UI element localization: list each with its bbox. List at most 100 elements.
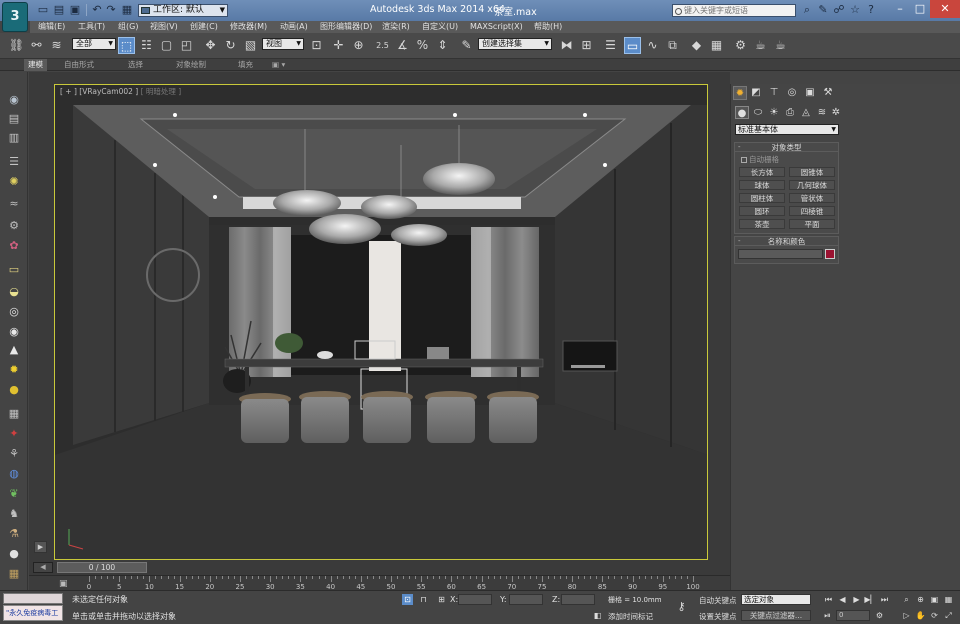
container-icon[interactable]: ◉ [6, 92, 22, 107]
menu-create[interactable]: 创建(C) [190, 21, 218, 33]
tab-display-icon[interactable]: ▣ [803, 86, 817, 100]
list-icon[interactable]: ☰ [6, 154, 22, 169]
binoculars-icon[interactable]: ⌕ [800, 3, 814, 17]
spacewarps-icon[interactable]: ≋ [815, 106, 829, 119]
help-icon[interactable]: ? [864, 3, 878, 17]
isolate-icon[interactable]: ⊡ [402, 594, 413, 605]
shapes-icon[interactable]: ⬭ [751, 106, 765, 119]
mirror-icon[interactable]: ⧓ [558, 37, 575, 54]
select-object-icon[interactable]: ⬚ [118, 37, 135, 54]
bind-space-warp-icon[interactable]: ≋ [48, 37, 65, 54]
eye-icon[interactable]: ◉ [6, 324, 22, 339]
teapot-button[interactable]: 茶壶 [739, 219, 785, 229]
plane-button[interactable]: 平面 [789, 219, 835, 229]
menu-edit[interactable]: 编辑(E) [38, 21, 65, 33]
maximize-viewport-icon[interactable]: ⤢ [942, 610, 955, 621]
layer-icon[interactable]: ▤ [6, 111, 22, 126]
lock-selection-icon[interactable]: ⊓ [418, 594, 429, 605]
edit-named-selection-icon[interactable]: ✎ [458, 37, 475, 54]
object-color-swatch[interactable] [825, 249, 835, 259]
menu-help[interactable]: 帮助(H) [534, 21, 562, 33]
tab-hierarchy-icon[interactable]: ⊤ [767, 86, 781, 100]
tab-populate[interactable]: 填充 [238, 59, 253, 71]
object-type-header[interactable]: - 对象类型 [735, 143, 838, 152]
favorites-star-icon[interactable]: ☆ [848, 3, 862, 17]
sun-icon[interactable]: ✹ [6, 362, 22, 377]
menu-rendering[interactable]: 渲染(R) [382, 21, 410, 33]
maxscript-listener[interactable]: "永久免疫病毒工 [3, 605, 63, 621]
percent-snap-icon[interactable]: % [414, 37, 431, 54]
shaded-sphere-icon[interactable]: ● [6, 546, 22, 561]
helper-icon[interactable]: ⚙ [6, 218, 22, 233]
biped-icon[interactable]: ⚗ [6, 526, 22, 541]
menu-tools[interactable]: 工具(T) [78, 21, 105, 33]
tab-selection[interactable]: 选择 [128, 59, 143, 71]
expand-viewport-button[interactable]: ▶ [34, 541, 47, 553]
viewport-label[interactable]: [ + ] [VRayCam002 ] [ 明暗处理 ] [60, 86, 181, 97]
material-editor-icon[interactable]: ◆ [688, 37, 705, 54]
select-by-name-icon[interactable]: ☷ [138, 37, 155, 54]
cameras-icon[interactable]: ⎙ [783, 106, 797, 119]
redo-icon[interactable]: ↷ [104, 3, 118, 17]
systems-icon[interactable]: ✿ [6, 238, 22, 253]
zoom-icon[interactable]: ⌕ [900, 594, 913, 605]
globe-icon[interactable]: ◍ [6, 466, 22, 481]
tab-object-paint[interactable]: 对象绘制 [176, 59, 206, 71]
systems-icon[interactable]: ✲ [829, 106, 843, 119]
move-icon[interactable]: ✥ [202, 37, 219, 54]
render-production-icon[interactable]: ☕ [752, 37, 769, 54]
absolute-mode-icon[interactable]: ⊞ [436, 594, 447, 605]
viewport-camera-menu[interactable]: [VRayCam002 ] [79, 87, 138, 96]
torus-icon[interactable]: ◎ [6, 304, 22, 319]
cone-button[interactable]: 圆锥体 [789, 167, 835, 177]
z-coord-input[interactable] [561, 594, 595, 605]
new-file-icon[interactable]: ▭ [36, 3, 50, 17]
x-coord-input[interactable] [458, 594, 492, 605]
box-icon[interactable]: ▭ [6, 262, 22, 277]
y-coord-input[interactable] [509, 594, 543, 605]
tab-motion-icon[interactable]: ◎ [785, 86, 799, 100]
search-input[interactable]: 键入关键字或短语 [672, 4, 796, 17]
menu-views[interactable]: 视图(V) [150, 21, 178, 33]
render-setup-icon[interactable]: ▦ [708, 37, 725, 54]
sphere-button[interactable]: 球体 [739, 180, 785, 190]
next-frame-icon[interactable]: ▶▏ [864, 594, 877, 605]
box-button[interactable]: 长方体 [739, 167, 785, 177]
maxscript-listener-top[interactable] [3, 593, 63, 604]
time-tag-icon[interactable]: ◧ [592, 610, 603, 621]
rectangular-selection-icon[interactable]: ▢ [158, 37, 175, 54]
subscription-icon[interactable]: ✎ [816, 3, 830, 17]
keyboard-shortcut-icon[interactable]: ⊕ [350, 37, 367, 54]
camera-viewport[interactable] [54, 84, 708, 560]
ribbon-options-icon[interactable]: ▣ ▾ [272, 59, 285, 71]
maximize-button[interactable]: □ [910, 0, 930, 18]
menu-group[interactable]: 组(G) [118, 21, 138, 33]
zoom-extents-all-icon[interactable]: ▦ [942, 594, 955, 605]
tab-modeling[interactable]: 建模 [24, 59, 47, 71]
light-bulb-icon[interactable]: ✺ [6, 174, 22, 189]
snap-toggle-icon[interactable]: 2.5 [374, 37, 391, 54]
pivot-center-icon[interactable]: ⊡ [308, 37, 325, 54]
add-time-tag-button[interactable]: 添加时间标记 [608, 611, 653, 622]
key-icon[interactable]: ⚷ [676, 601, 687, 612]
geometry-icon[interactable]: ● [735, 106, 749, 119]
object-category-dropdown[interactable]: 标准基本体 ▼ [735, 124, 839, 135]
align-icon[interactable]: ⊞ [578, 37, 595, 54]
geosphere-icon[interactable]: ● [6, 382, 22, 397]
schematic-view-icon[interactable]: ⧉ [664, 37, 681, 54]
time-slider-prev-button[interactable]: ◀ [33, 562, 53, 573]
track-bar-menu-icon[interactable]: ▣ [59, 579, 68, 589]
key-filters-button[interactable]: 关键点过滤器... [741, 610, 811, 621]
lights-icon[interactable]: ☀ [767, 106, 781, 119]
spinner-snap-icon[interactable]: ⇕ [434, 37, 451, 54]
tab-create-icon[interactable]: ✹ [733, 86, 747, 100]
key-mode-dropdown[interactable]: 选定对象 [741, 594, 811, 605]
window-crossing-icon[interactable]: ◰ [178, 37, 195, 54]
current-frame-input[interactable]: 0 [836, 610, 870, 621]
cone-icon[interactable]: ▲ [6, 342, 22, 357]
zoom-extents-icon[interactable]: ▣ [928, 594, 941, 605]
minimize-button[interactable]: – [890, 0, 910, 18]
key-mode-toggle-icon[interactable]: ⏯ [822, 610, 833, 621]
previous-frame-icon[interactable]: ◀ [836, 594, 849, 605]
menu-animation[interactable]: 动画(A) [280, 21, 308, 33]
